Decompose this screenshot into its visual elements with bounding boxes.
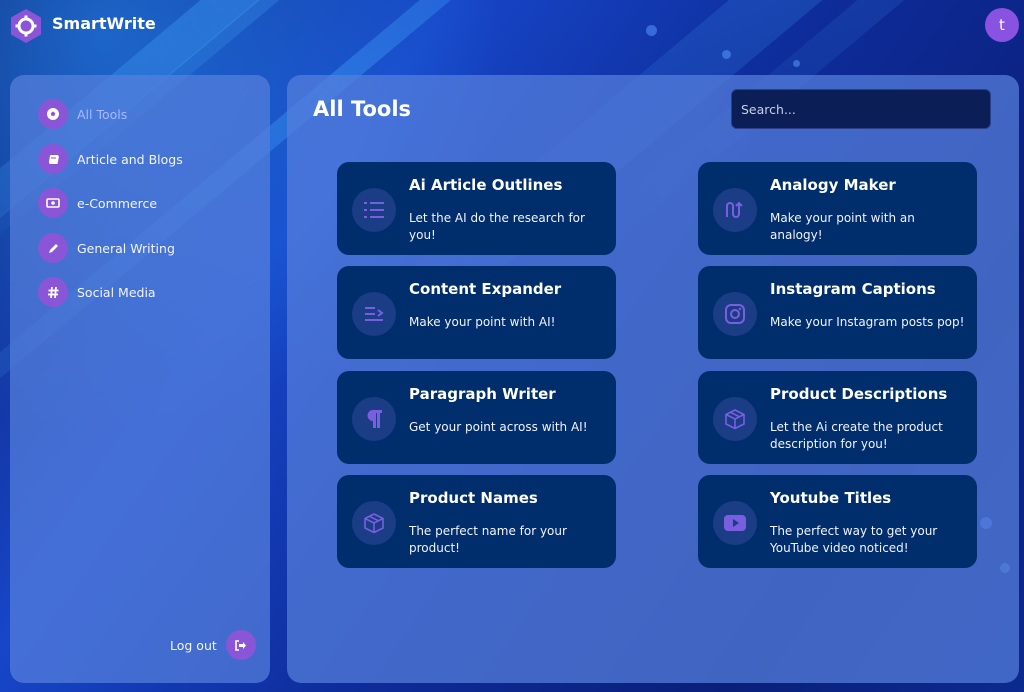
card-title: Instagram Captions bbox=[770, 280, 936, 298]
card-description: Make your Instagram posts pop! bbox=[770, 315, 965, 329]
tool-card-ai-article-outlines[interactable]: Ai Article Outlines Let the AI do the re… bbox=[337, 162, 616, 255]
sidebar: All Tools Article and Blogs e-Commerce G… bbox=[10, 75, 270, 683]
user-avatar[interactable]: t bbox=[985, 8, 1019, 42]
list-icon bbox=[352, 188, 396, 232]
tool-card-youtube-titles[interactable]: Youtube Titles The perfect way to get yo… bbox=[698, 475, 977, 568]
card-title: Product Descriptions bbox=[770, 385, 948, 403]
tool-card-paragraph-writer[interactable]: Paragraph Writer Get your point across w… bbox=[337, 371, 616, 464]
smartwrite-logo bbox=[11, 9, 41, 43]
card-description: Let the Ai create the product descriptio… bbox=[770, 420, 943, 451]
card-title: Content Expander bbox=[409, 280, 562, 298]
tool-card-analogy-maker[interactable]: Analogy Maker Make your point with an an… bbox=[698, 162, 977, 255]
tool-card-product-names[interactable]: Product Names The perfect name for your … bbox=[337, 475, 616, 568]
sidebar-item-general-writing[interactable]: General Writing bbox=[38, 233, 175, 263]
card-description: Get your point across with AI! bbox=[409, 420, 588, 434]
sidebar-item-label: Article and Blogs bbox=[77, 151, 183, 167]
card-title: Youtube Titles bbox=[770, 489, 892, 507]
tool-card-product-descriptions[interactable]: Product Descriptions Let the Ai create t… bbox=[698, 371, 977, 464]
card-description: Make your point with AI! bbox=[409, 315, 556, 329]
tool-card-instagram-captions[interactable]: Instagram Captions Make your Instagram p… bbox=[698, 266, 977, 359]
card-title: Product Names bbox=[409, 489, 538, 507]
youtube-icon bbox=[713, 501, 757, 545]
expand-text-icon bbox=[352, 292, 396, 336]
paragraph-icon bbox=[352, 397, 396, 441]
sidebar-item-e-commerce[interactable]: e-Commerce bbox=[38, 188, 157, 218]
page-title: All Tools bbox=[313, 97, 412, 121]
logout-button[interactable]: Log out bbox=[170, 630, 256, 660]
sidebar-item-label: General Writing bbox=[77, 240, 175, 256]
sign-out-icon bbox=[225, 630, 256, 660]
card-title: Ai Article Outlines bbox=[409, 176, 563, 194]
box-icon bbox=[713, 397, 757, 441]
sidebar-item-label: All Tools bbox=[77, 106, 128, 122]
money-bill-icon bbox=[38, 188, 68, 218]
card-description: The perfect way to get your YouTube vide… bbox=[770, 524, 938, 555]
book-icon bbox=[38, 144, 68, 174]
sidebar-item-article-and-blogs[interactable]: Article and Blogs bbox=[38, 144, 183, 174]
logout-label: Log out bbox=[170, 637, 217, 653]
card-description: Make your point with an analogy! bbox=[770, 211, 915, 242]
instagram-icon bbox=[713, 292, 757, 336]
hashtag-icon bbox=[38, 277, 68, 307]
card-title: Analogy Maker bbox=[770, 176, 896, 194]
soccer-ball-icon bbox=[38, 99, 68, 129]
card-description: The perfect name for your product! bbox=[409, 524, 567, 555]
brand-name: SmartWrite bbox=[52, 14, 156, 33]
card-title: Paragraph Writer bbox=[409, 385, 556, 403]
sidebar-item-all-tools[interactable]: All Tools bbox=[38, 99, 127, 129]
sidebar-item-label: e-Commerce bbox=[77, 195, 158, 211]
main-panel: All Tools Ai Article Outlines Let the AI… bbox=[287, 75, 1019, 683]
pencil-icon bbox=[38, 233, 68, 263]
search-input[interactable] bbox=[731, 89, 991, 129]
sidebar-item-social-media[interactable]: Social Media bbox=[38, 277, 156, 307]
box-icon bbox=[352, 501, 396, 545]
route-icon bbox=[713, 188, 757, 232]
card-description: Let the AI do the research for you! bbox=[409, 211, 585, 242]
sidebar-item-label: Social Media bbox=[77, 284, 156, 300]
tool-card-content-expander[interactable]: Content Expander Make your point with AI… bbox=[337, 266, 616, 359]
